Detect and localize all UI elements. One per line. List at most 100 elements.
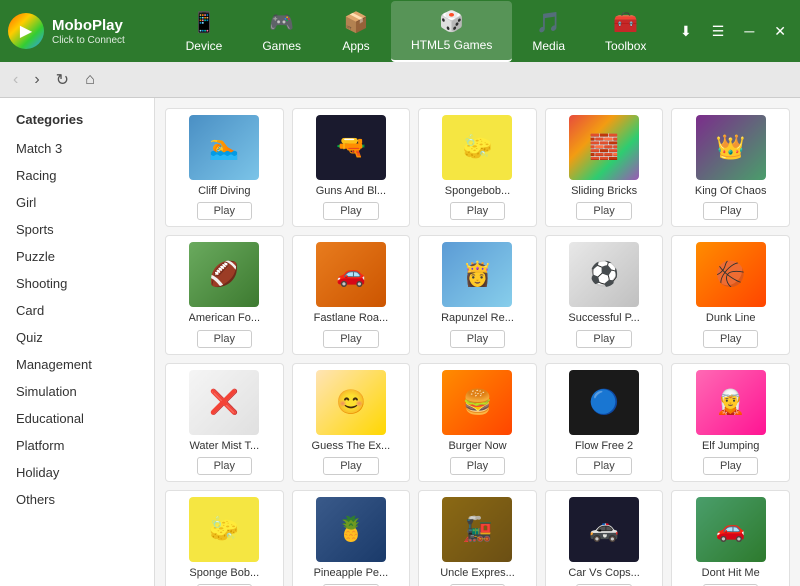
game-title-7: Fastlane Roa... xyxy=(314,311,389,325)
game-card-10: 🏀Dunk LinePlay xyxy=(671,235,790,354)
game-card-5: 👑King Of ChaosPlay xyxy=(671,108,790,227)
game-thumb-12: 😊 xyxy=(316,370,386,435)
play-button-13[interactable]: Play xyxy=(450,457,505,475)
game-thumb-6: 🏈 xyxy=(189,242,259,307)
games-grid: 🏊Cliff DivingPlay🔫Guns And Bl...Play🧽Spo… xyxy=(165,108,790,586)
game-card-18: 🚂Uncle Expres...Play xyxy=(418,490,537,586)
game-thumb-4: 🧱 xyxy=(569,115,639,180)
media-icon: 🎵 xyxy=(536,10,561,35)
address-toolbar: ‹ › ↻ ⌂ xyxy=(0,62,800,98)
game-thumb-20: 🚗 xyxy=(696,497,766,562)
game-card-3: 🧽 Spongebob... Play xyxy=(418,108,537,227)
game-title-19: Car Vs Cops... xyxy=(568,566,640,580)
game-card-1: 🏊Cliff DivingPlay xyxy=(165,108,284,227)
game-thumb-9: ⚽ xyxy=(569,242,639,307)
games-area[interactable]: 🏊Cliff DivingPlay🔫Guns And Bl...Play🧽Spo… xyxy=(155,98,800,586)
play-button-11[interactable]: Play xyxy=(197,457,252,475)
play-button-10[interactable]: Play xyxy=(703,330,758,348)
nav-games-label: Games xyxy=(262,39,301,53)
sidebar-item-shooting[interactable]: Shooting xyxy=(0,270,154,297)
back-button[interactable]: ‹ xyxy=(8,69,23,91)
sidebar-item-platform[interactable]: Platform xyxy=(0,432,154,459)
app-name: MoboPlay xyxy=(52,17,125,35)
sidebar-item-racing[interactable]: Racing xyxy=(0,162,154,189)
game-title-8: Rapunzel Re... xyxy=(441,311,514,325)
nav-html5games-label: HTML5 Games xyxy=(411,38,492,52)
sidebar-item-girl[interactable]: Girl xyxy=(0,189,154,216)
nav-toolbox-label: Toolbox xyxy=(605,39,646,53)
game-card-4: 🧱 Sliding Bricks Play xyxy=(545,108,664,227)
game-card-19: 🚓Car Vs Cops...Play xyxy=(545,490,664,586)
sidebar-item-simulation[interactable]: Simulation xyxy=(0,378,154,405)
game-title-17: Pineapple Pe... xyxy=(314,566,389,580)
game-title-20: Dont Hit Me xyxy=(702,566,760,580)
play-button-4[interactable]: Play xyxy=(576,202,631,220)
nav-apps-label: Apps xyxy=(342,39,369,53)
game-card-13: 🍔Burger NowPlay xyxy=(418,363,537,482)
game-card-17: 🍍Pineapple Pe...Play xyxy=(292,490,411,586)
game-thumb-14: 🔵 xyxy=(569,370,639,435)
game-thumb-3: 🧽 xyxy=(442,115,512,180)
sidebar-item-others[interactable]: Others xyxy=(0,486,154,513)
logo-area: ▶ MoboPlay Click to Connect xyxy=(8,13,158,49)
app-logo: ▶ xyxy=(8,13,44,49)
game-title-3: Spongebob... xyxy=(445,184,510,198)
nav-items: 📱 Device 🎮 Games 📦 Apps 🎲 HTML5 Games 🎵 … xyxy=(158,1,674,62)
sidebar-item-management[interactable]: Management xyxy=(0,351,154,378)
game-thumb-13: 🍔 xyxy=(442,370,512,435)
play-button-7[interactable]: Play xyxy=(323,330,378,348)
game-title-18: Uncle Expres... xyxy=(440,566,515,580)
game-thumb-8: 👸 xyxy=(442,242,512,307)
sidebar-item-match3[interactable]: Match 3 xyxy=(0,135,154,162)
play-button-15[interactable]: Play xyxy=(703,457,758,475)
game-title-9: Successful P... xyxy=(568,311,639,325)
play-button-2[interactable]: Play xyxy=(323,202,378,220)
game-thumb-2: 🔫 xyxy=(316,115,386,180)
app-subtitle: Click to Connect xyxy=(52,35,125,46)
game-title-10: Dunk Line xyxy=(706,311,756,325)
sidebar-item-quiz[interactable]: Quiz xyxy=(0,324,154,351)
game-card-2: 🔫Guns And Bl...Play xyxy=(292,108,411,227)
game-card-7: 🚗 Fastlane Roa... Play xyxy=(292,235,411,354)
sidebar-item-card[interactable]: Card xyxy=(0,297,154,324)
minimize-button[interactable]: ─ xyxy=(738,19,760,43)
forward-button[interactable]: › xyxy=(29,69,44,91)
play-button-6[interactable]: Play xyxy=(197,330,252,348)
play-button-3[interactable]: Play xyxy=(450,202,505,220)
sidebar-item-educational[interactable]: Educational xyxy=(0,405,154,432)
game-thumb-17: 🍍 xyxy=(316,497,386,562)
refresh-button[interactable]: ↻ xyxy=(51,68,74,92)
play-button-12[interactable]: Play xyxy=(323,457,378,475)
play-button-14[interactable]: Play xyxy=(576,457,631,475)
nav-media[interactable]: 🎵 Media xyxy=(512,1,585,62)
nav-games[interactable]: 🎮 Games xyxy=(242,1,321,62)
game-thumb-1: 🏊 xyxy=(189,115,259,180)
sidebar-item-holiday[interactable]: Holiday xyxy=(0,459,154,486)
game-thumb-16: 🧽 xyxy=(189,497,259,562)
play-button-9[interactable]: Play xyxy=(576,330,631,348)
play-button-1[interactable]: Play xyxy=(197,202,252,220)
home-button[interactable]: ⌂ xyxy=(80,69,100,91)
sidebar-item-sports[interactable]: Sports xyxy=(0,216,154,243)
play-button-5[interactable]: Play xyxy=(703,202,758,220)
nav-html5games[interactable]: 🎲 HTML5 Games xyxy=(391,1,512,62)
nav-device[interactable]: 📱 Device xyxy=(166,1,243,62)
topbar-actions: ⬇ ☰ ─ ✕ xyxy=(674,19,792,44)
game-title-12: Guess The Ex... xyxy=(312,439,391,453)
sidebar-title: Categories xyxy=(0,108,154,135)
nav-device-label: Device xyxy=(186,39,223,53)
game-card-8: 👸 Rapunzel Re... Play xyxy=(418,235,537,354)
nav-toolbox[interactable]: 🧰 Toolbox xyxy=(585,1,666,62)
game-thumb-7: 🚗 xyxy=(316,242,386,307)
menu-button[interactable]: ☰ xyxy=(706,19,731,44)
game-title-4: Sliding Bricks xyxy=(571,184,637,198)
game-title-6: American Fo... xyxy=(189,311,261,325)
download-button[interactable]: ⬇ xyxy=(674,19,698,44)
game-title-11: Water Mist T... xyxy=(189,439,259,453)
sidebar-item-puzzle[interactable]: Puzzle xyxy=(0,243,154,270)
play-button-8[interactable]: Play xyxy=(450,330,505,348)
apps-icon: 📦 xyxy=(344,10,369,35)
game-card-16: 🧽Sponge Bob...Play xyxy=(165,490,284,586)
nav-apps[interactable]: 📦 Apps xyxy=(321,1,391,62)
close-button[interactable]: ✕ xyxy=(768,19,792,44)
